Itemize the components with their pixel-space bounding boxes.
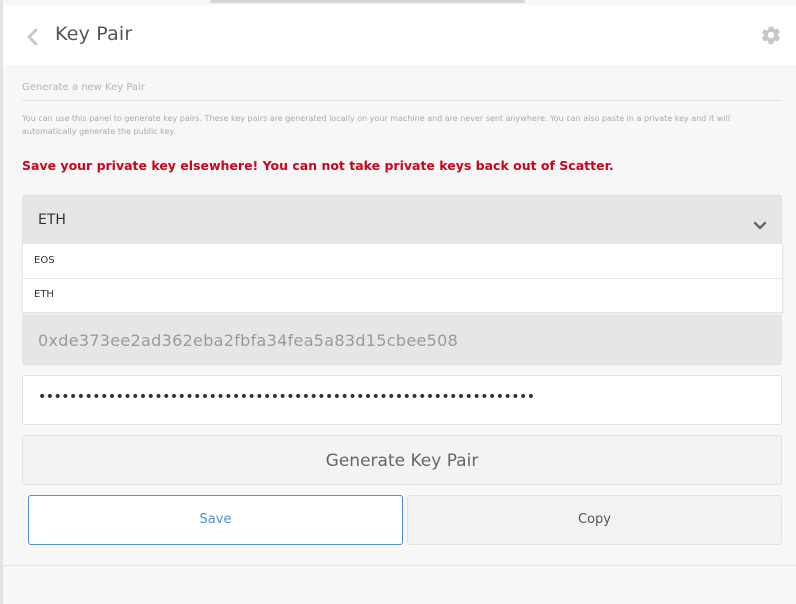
copy-button-label: Copy — [578, 512, 611, 527]
blockchain-dropdown: EOS ETH — [22, 244, 783, 313]
page-title: Key Pair — [55, 23, 133, 45]
private-key-input[interactable]: ••••••••••••••••••••••••••••••••••••••••… — [22, 375, 782, 425]
generate-button-label: Generate Key Pair — [325, 451, 479, 471]
warning-text: Save your private key elsewhere! You can… — [22, 158, 614, 173]
gear-icon[interactable] — [760, 24, 782, 46]
chevron-down-icon — [753, 216, 767, 230]
chevron-left-icon[interactable] — [25, 27, 41, 47]
save-button-label: Save — [199, 512, 232, 527]
private-key-value: ••••••••••••••••••••••••••••••••••••••••… — [38, 389, 535, 405]
copy-button[interactable]: Copy — [407, 495, 782, 545]
panel-description: You can use this panel to generate key p… — [22, 114, 731, 136]
scatter-window: Key Pair Generate a new Key Pair You can… — [0, 0, 796, 604]
blockchain-select[interactable]: ETH — [22, 195, 782, 245]
public-key-value: 0xde373ee2ad362eba2fbfa34fea5a83d15cbee5… — [38, 331, 459, 350]
header-bar: Key Pair — [3, 5, 796, 65]
blockchain-select-value: ETH — [38, 212, 66, 228]
horizontal-scrollbar[interactable] — [210, 0, 525, 3]
dropdown-option-eth[interactable]: ETH — [23, 278, 782, 312]
dropdown-option-eos[interactable]: EOS — [23, 244, 782, 279]
dropdown-option-label: EOS — [34, 255, 55, 266]
footer — [3, 566, 796, 604]
section-title: Generate a new Key Pair — [22, 82, 782, 101]
dropdown-option-label: ETH — [34, 289, 54, 300]
public-key-field[interactable]: 0xde373ee2ad362eba2fbfa34fea5a83d15cbee5… — [22, 315, 782, 365]
generate-key-pair-button[interactable]: Generate Key Pair — [22, 435, 782, 485]
save-button[interactable]: Save — [28, 495, 403, 545]
